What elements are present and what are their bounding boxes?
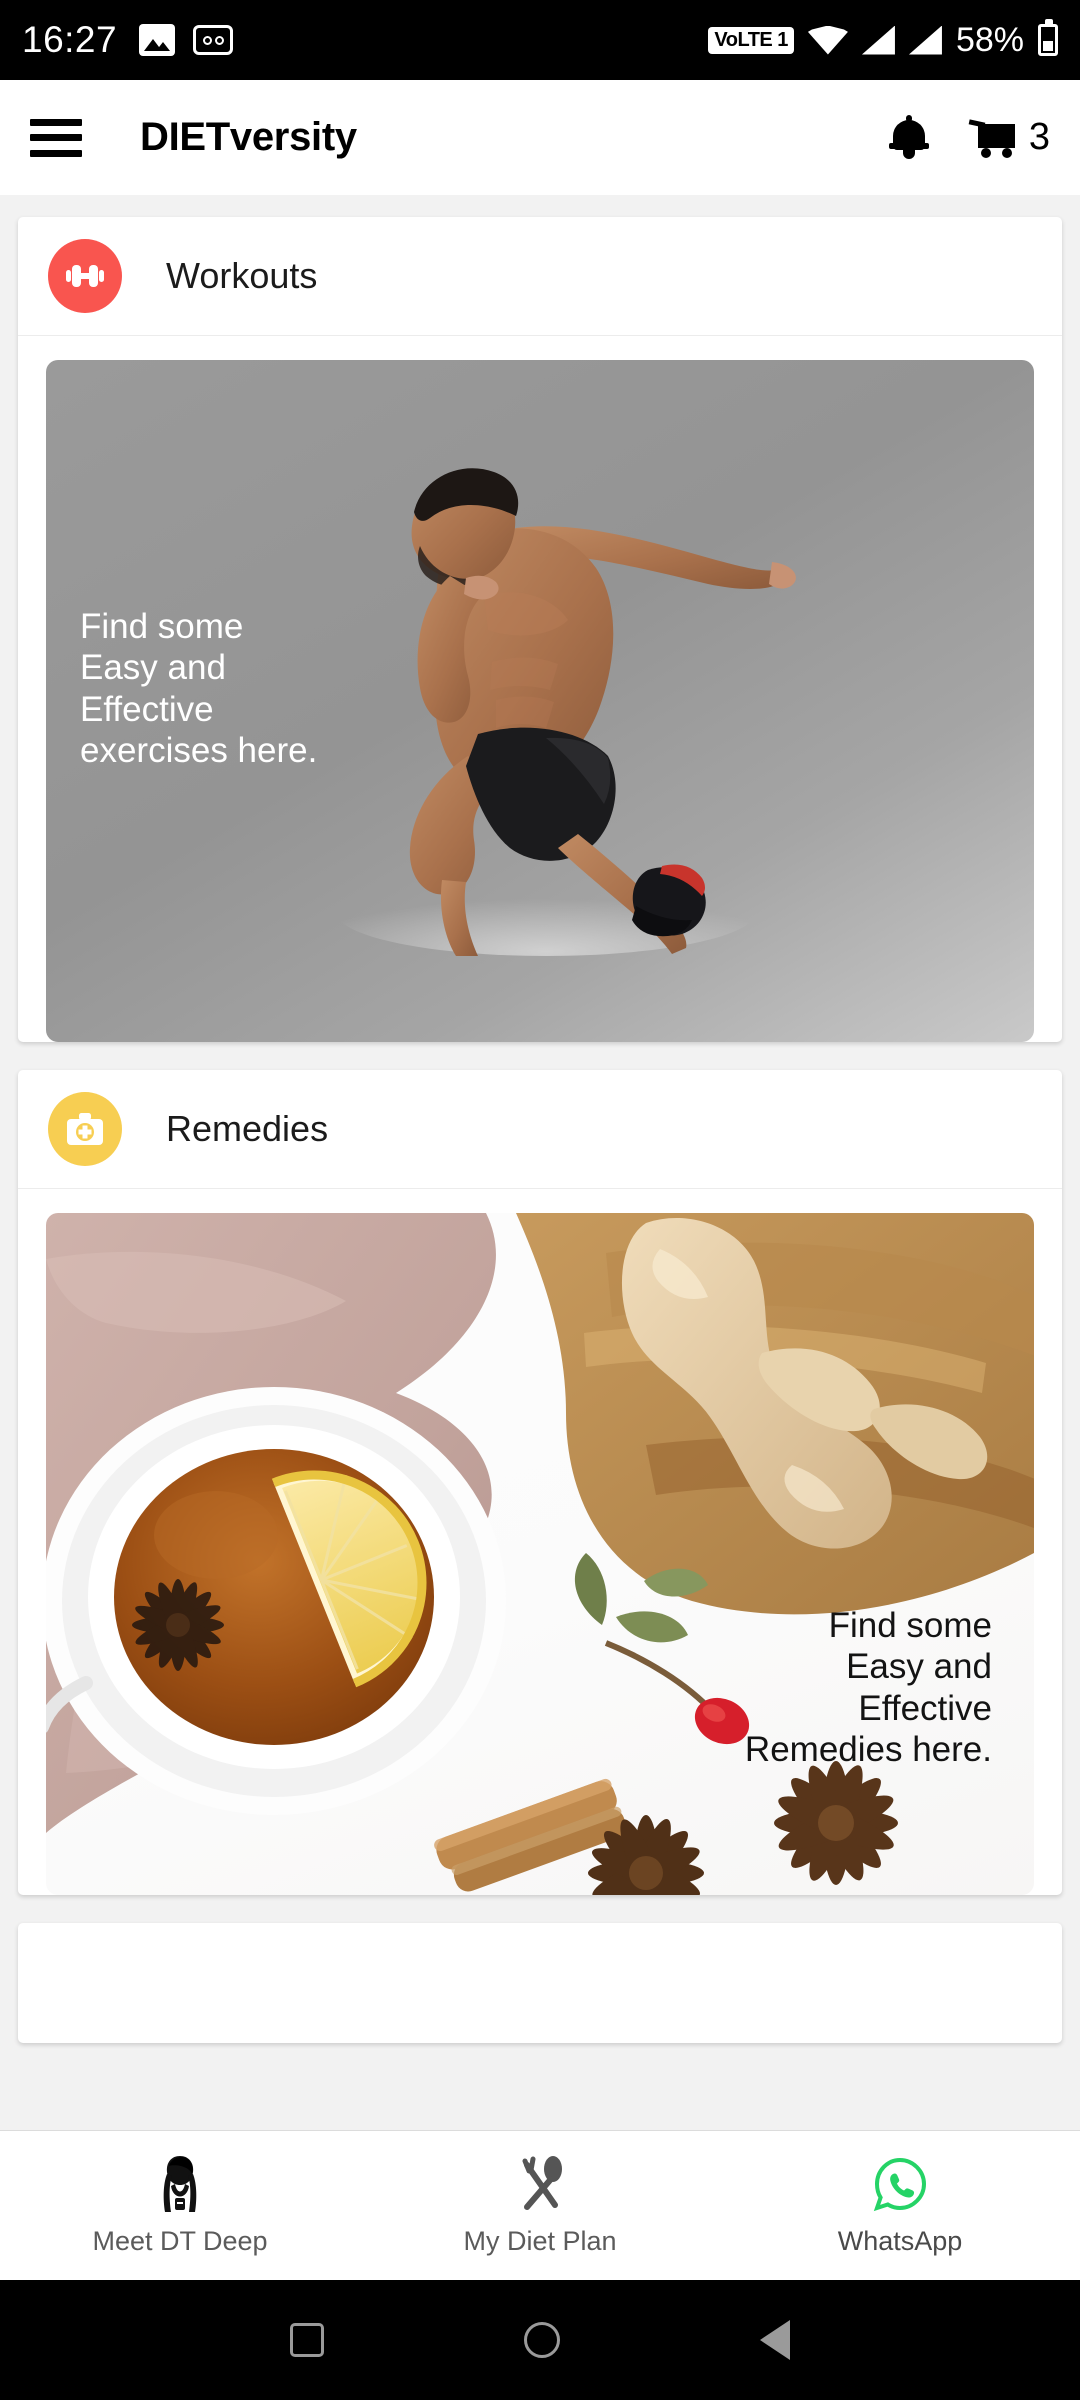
wifi-icon xyxy=(808,26,848,55)
status-right-icons: VoLTE 1 58% xyxy=(708,19,1058,60)
signal-icon-1 xyxy=(861,25,895,55)
battery-icon xyxy=(1038,19,1058,56)
photo-icon xyxy=(139,24,176,56)
remedies-illustration xyxy=(46,1213,1034,1895)
volte-icon: VoLTE 1 xyxy=(708,26,794,54)
system-nav-bar xyxy=(0,2280,1080,2400)
status-left-icons xyxy=(139,24,234,56)
dietitian-icon xyxy=(153,2154,207,2214)
bottom-nav: Meet DT Deep My Diet Plan WhatsApp xyxy=(0,2130,1080,2280)
card-header-remedies[interactable]: Remedies xyxy=(18,1070,1062,1189)
card-next-partial[interactable] xyxy=(18,1923,1062,2043)
whatsapp-icon xyxy=(872,2154,928,2214)
card-header-workouts[interactable]: Workouts xyxy=(18,217,1062,336)
card-workouts[interactable]: Workouts Find some Easy and Effective ex… xyxy=(18,217,1062,1042)
page-title: DIETversity xyxy=(140,115,357,159)
banner-workouts[interactable]: Find some Easy and Effective exercises h… xyxy=(46,360,1034,1042)
spoon-fork-icon xyxy=(511,2154,569,2214)
banner-text-remedies: Find some Easy and Effective Remedies he… xyxy=(744,1606,992,1769)
signal-icon-2 xyxy=(908,25,942,55)
cart-button[interactable]: 3 xyxy=(968,116,1050,159)
nav-label-meet-dt-deep: Meet DT Deep xyxy=(92,2226,268,2256)
nav-label-whatsapp: WhatsApp xyxy=(837,2226,963,2256)
nav-label-my-diet-plan: My Diet Plan xyxy=(463,2226,617,2256)
app-bar: DIETversity 3 xyxy=(0,80,1080,195)
card-title-workouts: Workouts xyxy=(166,255,318,296)
nav-item-meet-dt-deep[interactable]: Meet DT Deep xyxy=(0,2154,360,2257)
status-time: 16:27 xyxy=(22,19,118,60)
card-title-remedies: Remedies xyxy=(166,1108,329,1149)
card-remedies[interactable]: Remedies Find some Easy and Effective Re… xyxy=(18,1070,1062,1895)
medical-kit-icon xyxy=(48,1092,122,1166)
banner-remedies[interactable]: Find some Easy and Effective Remedies he… xyxy=(46,1213,1034,1895)
square-icon[interactable] xyxy=(290,2323,324,2357)
status-bar: 16:27 VoLTE 1 58% xyxy=(0,0,1080,80)
hamburger-icon[interactable] xyxy=(30,118,82,157)
cart-count: 3 xyxy=(1028,116,1050,158)
nav-item-my-diet-plan[interactable]: My Diet Plan xyxy=(360,2154,720,2257)
app-bar-actions: 3 xyxy=(888,114,1050,159)
voicemail-icon xyxy=(193,25,234,55)
content-scroll[interactable]: Workouts Find some Easy and Effective ex… xyxy=(0,195,1080,2130)
nav-item-whatsapp[interactable]: WhatsApp xyxy=(720,2154,1080,2257)
banner-text-workouts: Find some Easy and Effective exercises h… xyxy=(80,607,318,770)
triangle-back-icon[interactable] xyxy=(760,2320,790,2360)
bell-icon[interactable] xyxy=(888,114,929,159)
cart-icon xyxy=(968,118,1015,158)
dumbbell-icon xyxy=(48,239,122,313)
battery-percent: 58% xyxy=(955,20,1024,59)
circle-icon[interactable] xyxy=(524,2322,560,2358)
